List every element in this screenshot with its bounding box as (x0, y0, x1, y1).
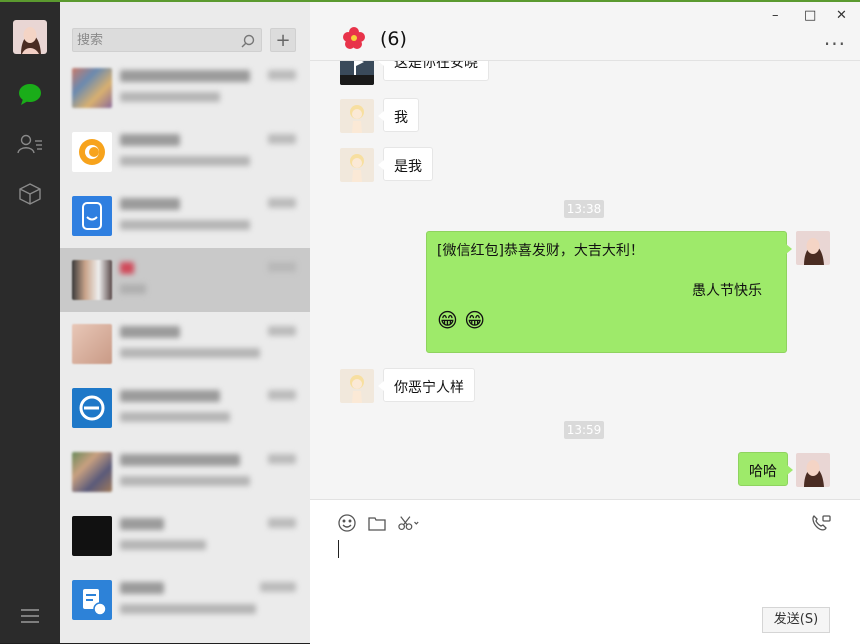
contacts-icon[interactable] (16, 130, 44, 158)
folder-icon[interactable] (366, 512, 388, 534)
add-button[interactable]: + (270, 28, 296, 52)
conversation-list: + (60, 2, 310, 643)
search-box (72, 28, 262, 52)
maximize-button[interactable]: □ (804, 8, 816, 23)
emoji-icon[interactable] (336, 512, 358, 534)
contact-avatar (340, 61, 374, 85)
message-bubble: 哈哈 (738, 452, 793, 486)
nav-rail (0, 2, 60, 643)
scissors-icon[interactable] (398, 512, 420, 534)
message-bubble: 这是你在安晓 (378, 61, 489, 81)
send-button[interactable]: 发送(S) (762, 607, 830, 633)
box-icon[interactable] (16, 180, 44, 208)
message-bubble-red-packet: [微信红包]恭喜发财，大吉大利！ 愚人节快乐 😁 😁 (426, 231, 792, 353)
contact-avatar (340, 148, 374, 182)
more-options-button[interactable]: ··· (824, 32, 846, 56)
message-bubble: 是我 (378, 147, 433, 181)
conversation-item[interactable] (60, 376, 310, 440)
my-avatar (796, 231, 830, 265)
message-text: [微信红包]恭喜发财，大吉大利！ (437, 243, 644, 259)
conversation-avatar (72, 260, 112, 300)
conversation-avatar (72, 132, 112, 172)
conversation-item[interactable] (60, 504, 310, 568)
chat-panel: – □ ✕ (6) ··· 这是你在安晓 我 是我 13:38 [微信红包]恭喜… (310, 2, 860, 644)
contact-avatar (340, 99, 374, 133)
avatar[interactable] (13, 20, 47, 54)
search-icon[interactable] (241, 33, 255, 52)
conversation-item[interactable] (60, 184, 310, 248)
conversation-avatar (72, 324, 112, 364)
composer: 发送(S) (310, 499, 860, 644)
flower-icon (342, 26, 366, 54)
conversation-avatar (72, 452, 112, 492)
grin-emoji: 😁 😁 (437, 308, 486, 332)
message-bubble: 你恶宁人样 (378, 368, 475, 402)
conversation-item[interactable] (60, 312, 310, 376)
conversation-avatar (72, 516, 112, 556)
conversation-avatar (72, 388, 112, 428)
conversation-avatar (72, 580, 112, 620)
message-text: 愚人节快乐 (692, 283, 762, 299)
chat-icon[interactable] (16, 80, 44, 108)
my-avatar (796, 453, 830, 487)
conversation-item-selected[interactable] (60, 248, 310, 312)
message-area: 这是你在安晓 我 是我 13:38 [微信红包]恭喜发财，大吉大利！ 愚人节快乐… (310, 60, 860, 499)
conversation-avatar (72, 68, 112, 108)
search-input[interactable] (73, 29, 237, 52)
timestamp: 13:38 (564, 200, 604, 218)
minimize-button[interactable]: – (772, 8, 779, 23)
text-cursor[interactable] (338, 540, 339, 558)
contact-avatar (340, 369, 374, 403)
conversation-item[interactable] (60, 56, 310, 120)
conversation-item[interactable] (60, 440, 310, 504)
menu-icon[interactable] (16, 602, 44, 630)
conversation-item[interactable] (60, 120, 310, 184)
video-call-icon[interactable] (810, 512, 832, 534)
close-button[interactable]: ✕ (836, 8, 847, 23)
conversation-avatar (72, 196, 112, 236)
chat-title: (6) (380, 28, 407, 50)
timestamp: 13:59 (564, 421, 604, 439)
message-bubble: 我 (378, 98, 419, 132)
conversation-item[interactable] (60, 568, 310, 632)
